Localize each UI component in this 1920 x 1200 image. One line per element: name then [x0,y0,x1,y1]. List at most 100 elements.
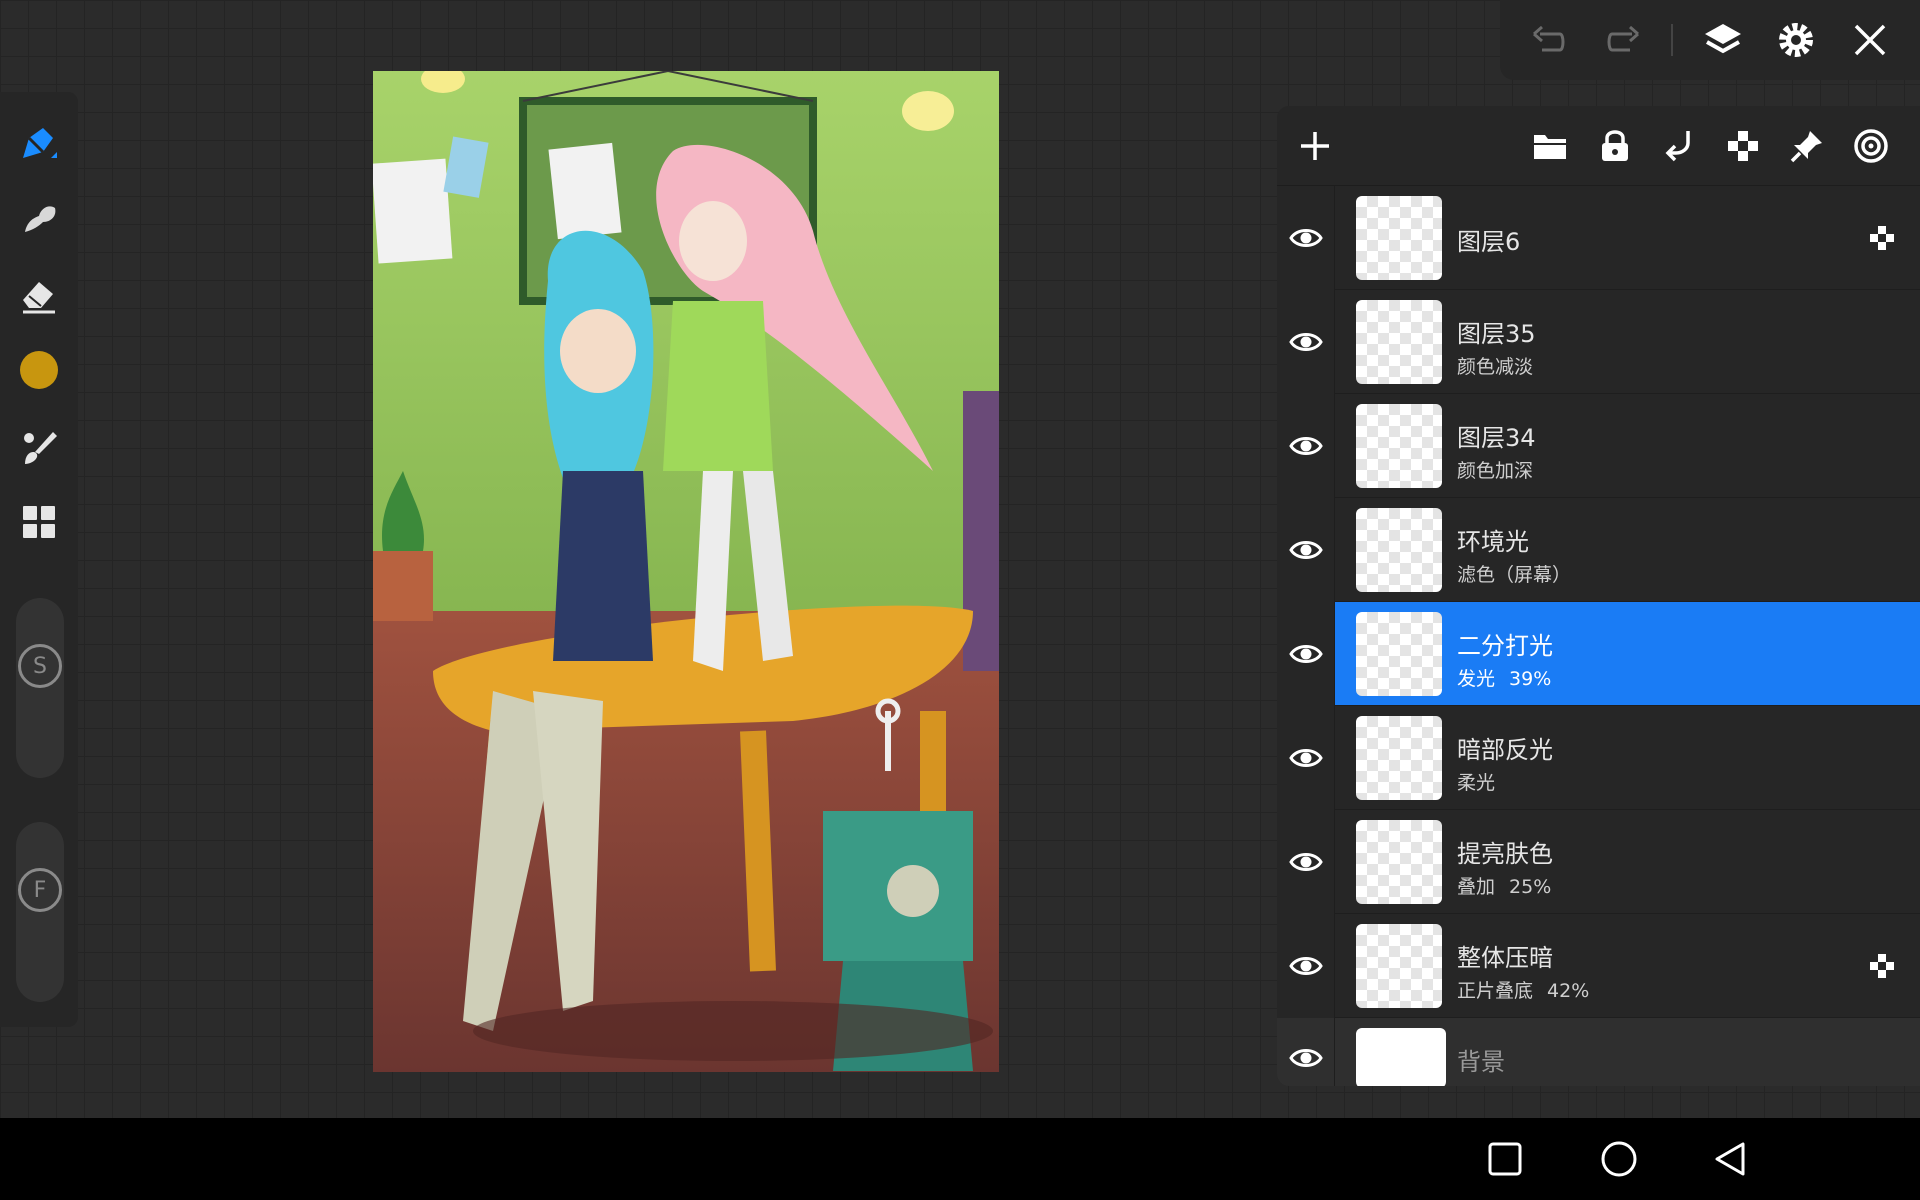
undo-button[interactable] [1524,16,1572,64]
layer-row[interactable]: 整体压暗 正片叠底 42% [1277,914,1920,1018]
close-icon [1854,24,1886,56]
visibility-toggle[interactable] [1277,498,1335,602]
settings-button[interactable] [1772,16,1820,64]
blend-mode: 发光 [1457,668,1496,690]
toolbar-separator [1671,24,1673,56]
close-button[interactable] [1846,16,1894,64]
home-button[interactable] [1596,1136,1642,1182]
visibility-toggle[interactable] [1277,290,1335,394]
gear-icon [1779,23,1813,57]
alpha-lock-icon[interactable] [1866,222,1898,254]
layer-blend-mode: 滤色（屏幕） [1457,560,1571,587]
layer-thumbnail [1356,404,1442,488]
eye-icon [1288,333,1323,351]
layer-row-selected[interactable]: 二分打光 发光 39% [1277,602,1920,706]
visibility-toggle[interactable] [1277,706,1335,810]
recents-icon [1488,1142,1522,1176]
lock-button[interactable] [1593,124,1637,168]
layer-thumbnail [1356,612,1442,696]
blend-mode: 颜色加深 [1457,460,1534,482]
eye-icon [1288,853,1323,871]
layer-thumbnail [1356,716,1442,800]
brush-settings-tool[interactable] [13,420,65,472]
menu-tool[interactable] [13,496,65,548]
layer-row[interactable]: 图层34 颜色加深 [1277,394,1920,498]
target-button[interactable] [1849,124,1893,168]
eye-icon [1288,1049,1323,1067]
layer-blend-mode: 叠加 25% [1457,872,1551,899]
add-layer-button[interactable] [1293,124,1337,168]
eye-icon [1288,957,1323,975]
visibility-toggle[interactable] [1277,602,1335,706]
lock-icon [1602,130,1628,161]
alpha-lock-icon [1728,131,1758,161]
layer-row[interactable]: 图层35 颜色减淡 [1277,290,1920,394]
layers-icon [1705,24,1741,54]
redo-button[interactable] [1600,16,1648,64]
back-icon [1715,1142,1745,1176]
visibility-toggle[interactable] [1277,394,1335,498]
opacity-slider-label: F [33,877,47,903]
layer-blend-mode: 正片叠底 42% [1457,976,1589,1003]
layer-row[interactable]: 环境光 滤色（屏幕） [1277,498,1920,602]
alpha-lock-icon[interactable] [1866,950,1898,982]
visibility-toggle[interactable] [1277,914,1335,1018]
merge-down-icon [1665,131,1690,162]
layer-thumbnail [1356,820,1442,904]
recents-button[interactable] [1482,1136,1528,1182]
background-thumbnail [1356,1028,1446,1086]
smudge-tool[interactable] [13,192,65,244]
layer-row[interactable]: 暗部反光 柔光 [1277,706,1920,810]
layer-row[interactable]: 图层6 [1277,186,1920,290]
pen-icon [23,128,57,158]
opacity-slider[interactable]: F [16,822,64,1002]
layer-name: 提亮肤色 [1457,840,1553,868]
eraser-icon [23,282,55,314]
color-swatch [20,351,58,389]
color-tool[interactable] [13,344,65,396]
layer-name: 环境光 [1457,528,1529,556]
visibility-toggle[interactable] [1277,1018,1335,1086]
layer-thumbnail [1356,300,1442,384]
brush-settings-icon [24,432,57,464]
pen-tool[interactable] [13,116,65,168]
layer-name: 图层6 [1457,228,1521,256]
layer-blend-mode: 颜色加深 [1457,456,1533,483]
visibility-toggle[interactable] [1277,186,1335,290]
system-navbar [0,1118,1920,1200]
grid-menu-icon [23,506,55,538]
back-button[interactable] [1708,1136,1754,1182]
smudge-icon [25,206,56,232]
size-slider[interactable]: S [16,598,64,778]
eye-icon [1288,437,1323,455]
top-toolbar [1500,0,1920,80]
artwork [373,71,999,1072]
layer-name: 图层35 [1457,320,1536,348]
pin-icon [1790,131,1822,163]
alpha-lock-button[interactable] [1721,124,1765,168]
visibility-toggle[interactable] [1277,810,1335,914]
blend-mode: 柔光 [1457,772,1496,794]
layers-button[interactable] [1699,16,1747,64]
layer-opacity: 39% [1509,668,1552,690]
pin-button[interactable] [1785,124,1829,168]
eraser-tool[interactable] [13,268,65,320]
size-slider-knob[interactable]: S [18,644,62,688]
layer-opacity: 42% [1547,980,1590,1002]
layer-row[interactable]: 提亮肤色 叠加 25% [1277,810,1920,914]
layer-panel: 图层6 图层35 颜色减淡 图层34 颜色加深 环境光 滤色（屏幕） 二分打光 … [1277,106,1920,1086]
drawing-canvas[interactable] [373,71,999,1072]
background-layer-row[interactable]: 背景 [1277,1018,1920,1086]
target-icon [1854,129,1888,163]
opacity-slider-knob[interactable]: F [18,868,62,912]
folder-icon [1534,135,1566,159]
layer-name: 图层34 [1457,424,1536,452]
layer-name: 二分打光 [1457,632,1553,660]
layer-thumbnail [1356,508,1442,592]
folder-button[interactable] [1528,124,1572,168]
layer-name: 暗部反光 [1457,736,1553,764]
layer-list: 图层6 图层35 颜色减淡 图层34 颜色加深 环境光 滤色（屏幕） 二分打光 … [1277,186,1920,1086]
layer-thumbnail [1356,196,1442,280]
merge-down-button[interactable] [1657,124,1701,168]
blend-mode: 滤色（屏幕） [1457,564,1572,586]
